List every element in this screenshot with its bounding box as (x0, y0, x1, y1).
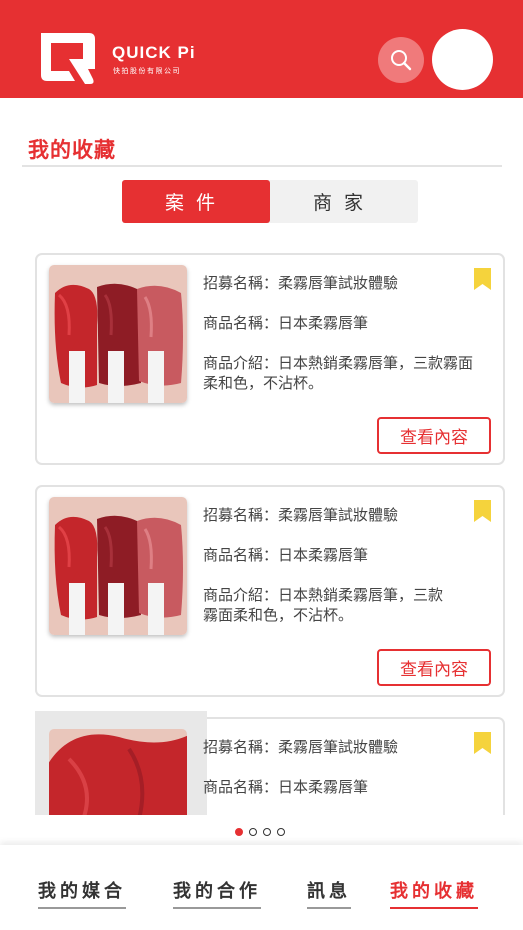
recruit-name: 招募名稱：柔霧唇筆試妝體驗 (203, 738, 399, 756)
pagination-dot[interactable] (277, 828, 285, 836)
view-details-button[interactable]: 查看內容 (377, 417, 491, 454)
bookmark-icon[interactable] (474, 500, 491, 522)
card-info: 招募名稱：柔霧唇筆試妝體驗 商品名稱：日本柔霧唇筆 商品介紹：日本熱銷柔霧唇筆，… (203, 273, 495, 393)
pagination-dot[interactable] (263, 828, 271, 836)
pagination-dot[interactable] (249, 828, 257, 836)
pagination-dots (235, 828, 285, 838)
pagination-dot[interactable] (235, 828, 243, 836)
title-divider (22, 165, 502, 167)
logo-text: QUICK Pi (112, 43, 196, 62)
tab-switcher: 案件 商家 (122, 180, 418, 223)
favorite-card[interactable]: 招募名稱：柔霧唇筆試妝體驗 商品名稱：日本柔霧唇筆 商品介紹：日本熱銷柔霧唇筆，… (35, 485, 505, 697)
card-info: 招募名稱：柔霧唇筆試妝體驗 商品名稱：日本柔霧唇筆 商品介紹：日本熱銷柔霧唇筆，… (203, 505, 495, 625)
quickpi-logo-icon (41, 33, 95, 84)
app-header: QUICK Pi 快拍股份有限公司 (0, 0, 523, 98)
search-icon (391, 50, 412, 71)
recruit-name: 招募名稱：柔霧唇筆試妝體驗 (203, 274, 399, 292)
product-intro: 商品介紹：日本熱銷柔霧唇筆，三款 霧面柔和色，不沾杯。 (203, 585, 495, 625)
product-intro-line: 霧面柔和色，不沾杯。 (203, 606, 354, 624)
page-title: 我的收藏 (28, 138, 116, 162)
tab-merchants[interactable]: 商家 (270, 180, 418, 223)
product-name: 商品名稱：日本柔霧唇筆 (203, 314, 369, 332)
avatar[interactable] (432, 29, 493, 90)
product-name: 商品名稱：日本柔霧唇筆 (203, 778, 369, 796)
card-info: 招募名稱：柔霧唇筆試妝體驗 商品名稱：日本柔霧唇筆 (203, 737, 495, 817)
nav-my-matching[interactable]: 我的媒合 (38, 877, 126, 909)
nav-my-cooperation[interactable]: 我的合作 (173, 877, 261, 909)
product-image (49, 497, 187, 635)
bottom-navigation: 我的媒合 我的合作 訊息 我的收藏 (0, 845, 523, 930)
favorite-card[interactable]: 招募名稱：柔霧唇筆試妝體驗 商品名稱：日本柔霧唇筆 商品介紹：日本熱銷柔霧唇筆，… (35, 253, 505, 465)
product-intro-line: 商品介紹：日本熱銷柔霧唇筆，三款霧面 (203, 354, 474, 372)
nav-messages[interactable]: 訊息 (307, 877, 351, 909)
search-button[interactable] (378, 37, 424, 83)
bookmark-icon[interactable] (474, 732, 491, 754)
view-details-button[interactable]: 查看內容 (377, 649, 491, 686)
product-intro-line: 商品介紹：日本熱銷柔霧唇筆，三款 (203, 586, 444, 604)
nav-my-favorites[interactable]: 我的收藏 (390, 877, 478, 909)
bookmark-icon[interactable] (474, 268, 491, 290)
product-intro: 商品介紹：日本熱銷柔霧唇筆，三款霧面 柔和色，不沾杯。 (203, 353, 495, 393)
product-name: 商品名稱：日本柔霧唇筆 (203, 546, 369, 564)
logo-subtitle: 快拍股份有限公司 (113, 67, 181, 75)
tab-cases[interactable]: 案件 (122, 180, 270, 223)
product-image (49, 265, 187, 403)
recruit-name: 招募名稱：柔霧唇筆試妝體驗 (203, 506, 399, 524)
product-intro-line: 柔和色，不沾杯。 (203, 374, 324, 392)
